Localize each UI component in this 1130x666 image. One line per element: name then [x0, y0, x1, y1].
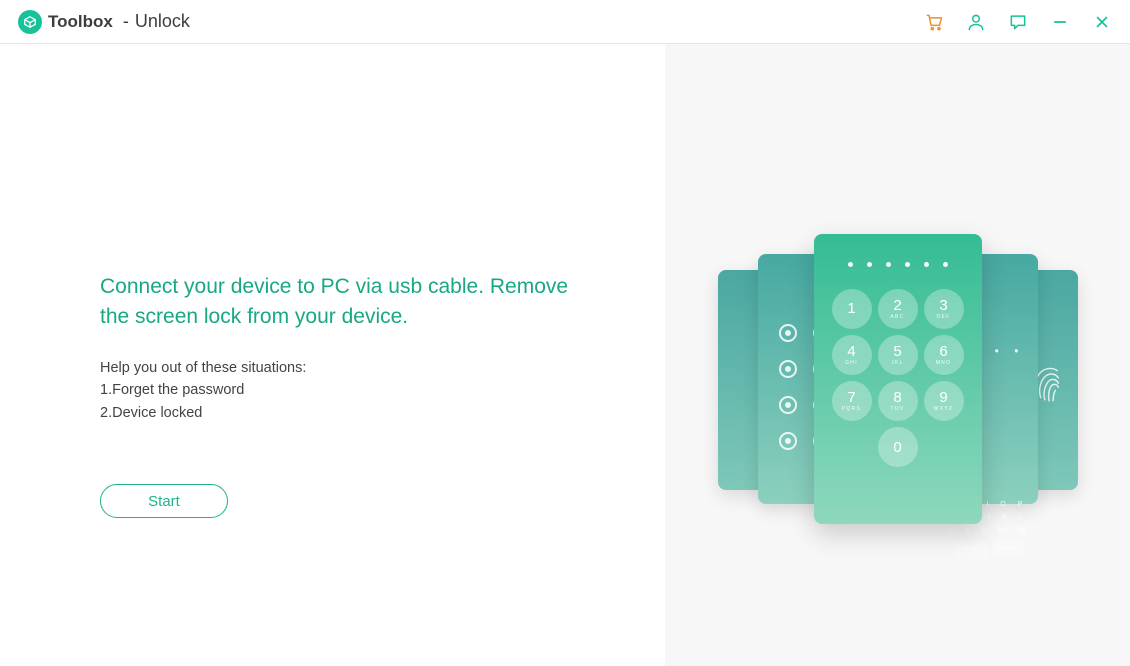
keypad: 1 2ABC 3DEF 4GHI 5JKL 6MNO 7PQRS 8TUV 9W…: [814, 289, 982, 421]
main-area: Connect your device to PC via usb cable.…: [0, 44, 1130, 666]
keypad-key-zero: 0: [878, 427, 918, 467]
keypad-key: 4GHI: [832, 335, 872, 375]
help-block: Help you out of these situations: 1.Forg…: [100, 357, 665, 424]
close-button[interactable]: [1092, 12, 1112, 32]
start-button[interactable]: Start: [100, 484, 228, 518]
cart-icon[interactable]: [924, 12, 944, 32]
keypad-key: 5JKL: [878, 335, 918, 375]
start-button-label: Start: [148, 493, 180, 510]
user-icon[interactable]: [966, 12, 986, 32]
app-logo-icon: [18, 10, 42, 34]
headline-text: Connect your device to PC via usb cable.…: [100, 272, 570, 333]
keypad-key: 2ABC: [878, 289, 918, 329]
brand-name: Toolbox: [48, 12, 113, 32]
minimize-button[interactable]: [1050, 12, 1070, 32]
lock-screens-illustration: • • • • Y U I O P G H J K L V B N M ⌫ sp…: [718, 234, 1078, 524]
feedback-icon[interactable]: [1008, 12, 1028, 32]
help-item: 1.Forget the password: [100, 379, 665, 401]
keypad-key: 9WXYZ: [924, 381, 964, 421]
keypad-key: 3DEF: [924, 289, 964, 329]
pin-lockscreen-icon: 1 2ABC 3DEF 4GHI 5JKL 6MNO 7PQRS 8TUV 9W…: [814, 234, 982, 524]
keypad-key: 6MNO: [924, 335, 964, 375]
illustration-pane: • • • • Y U I O P G H J K L V B N M ⌫ sp…: [665, 44, 1130, 666]
page-title: Unlock: [135, 11, 190, 32]
pin-dots: [814, 262, 982, 267]
keypad-key: 1: [832, 289, 872, 329]
title-separator: -: [123, 11, 129, 32]
help-item: 2.Device locked: [100, 402, 665, 424]
left-pane: Connect your device to PC via usb cable.…: [0, 44, 665, 666]
keypad-key: 8TUV: [878, 381, 918, 421]
help-title: Help you out of these situations:: [100, 357, 665, 379]
title-bar: Toolbox - Unlock: [0, 0, 1130, 44]
keypad-key: 7PQRS: [832, 381, 872, 421]
